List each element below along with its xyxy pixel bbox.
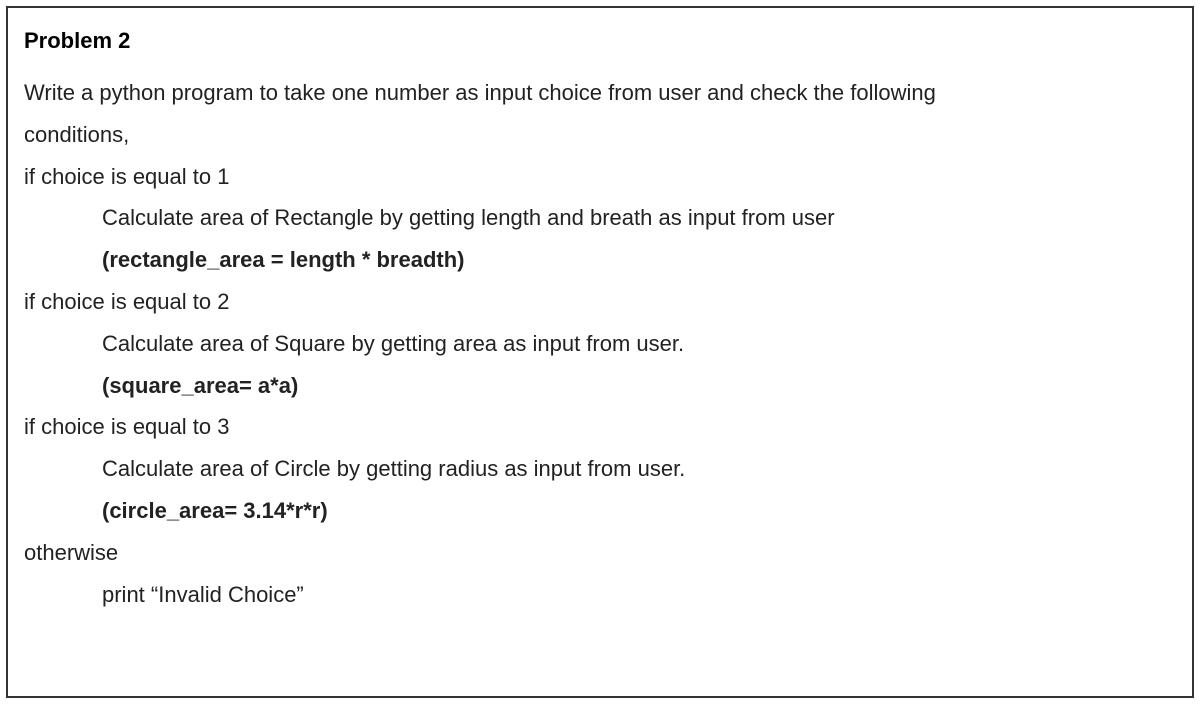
condition-3-desc: Calculate area of Circle by getting radi… bbox=[24, 448, 1176, 490]
intro-line-2: conditions, bbox=[24, 114, 1176, 156]
condition-1-desc: Calculate area of Rectangle by getting l… bbox=[24, 197, 1176, 239]
condition-2: if choice is equal to 2 bbox=[24, 281, 1176, 323]
condition-3-formula: (circle_area= 3.14*r*r) bbox=[24, 490, 1176, 532]
problem-title: Problem 2 bbox=[24, 28, 1176, 54]
condition-1: if choice is equal to 1 bbox=[24, 156, 1176, 198]
otherwise: otherwise bbox=[24, 532, 1176, 574]
condition-1-formula: (rectangle_area = length * breadth) bbox=[24, 239, 1176, 281]
otherwise-desc: print “Invalid Choice” bbox=[24, 574, 1176, 616]
intro-line-1: Write a python program to take one numbe… bbox=[24, 72, 1176, 114]
problem-container: Problem 2 Write a python program to take… bbox=[6, 6, 1194, 698]
condition-2-desc: Calculate area of Square by getting area… bbox=[24, 323, 1176, 365]
condition-2-formula: (square_area= a*a) bbox=[24, 365, 1176, 407]
condition-3: if choice is equal to 3 bbox=[24, 406, 1176, 448]
